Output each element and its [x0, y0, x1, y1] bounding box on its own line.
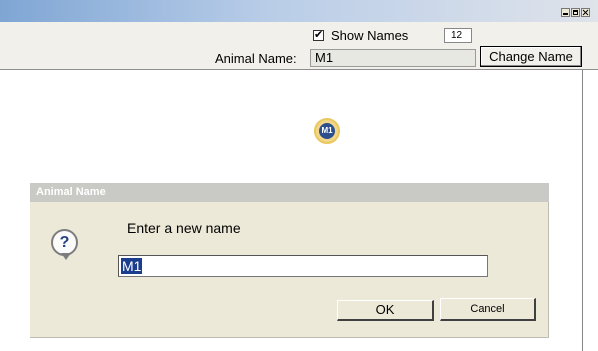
animal-name-label: Animal Name: [215, 51, 297, 66]
question-icon-tail [61, 253, 71, 260]
animal-name-dialog: Animal Name Enter a new name ? M1 OK Can… [30, 183, 549, 338]
canvas-gutter [583, 70, 598, 351]
change-name-button[interactable]: Change Name [480, 46, 582, 67]
toolbar: ✔ Show Names 12 Animal Name: M1 Change N… [0, 22, 598, 70]
question-icon: ? [51, 229, 78, 256]
show-names-label: Show Names [331, 28, 409, 43]
animal-marker-label: M1 [319, 123, 335, 139]
title-bar [0, 0, 598, 22]
minimize-icon[interactable] [561, 8, 570, 17]
maximize-icon[interactable] [571, 8, 580, 17]
ok-button[interactable]: OK [337, 300, 434, 321]
close-icon[interactable] [581, 8, 590, 17]
new-name-selected-text: M1 [121, 258, 143, 274]
size-input[interactable]: 12 [444, 28, 472, 43]
animal-name-field: M1 [310, 49, 476, 67]
dialog-title: Animal Name [30, 183, 549, 202]
window-controls [561, 8, 590, 17]
dialog-prompt: Enter a new name [127, 220, 241, 236]
new-name-input[interactable]: M1 [118, 255, 488, 277]
animal-marker[interactable]: M1 [314, 118, 340, 144]
cancel-button[interactable]: Cancel [440, 298, 536, 321]
show-names-checkbox[interactable]: ✔ [313, 30, 324, 41]
